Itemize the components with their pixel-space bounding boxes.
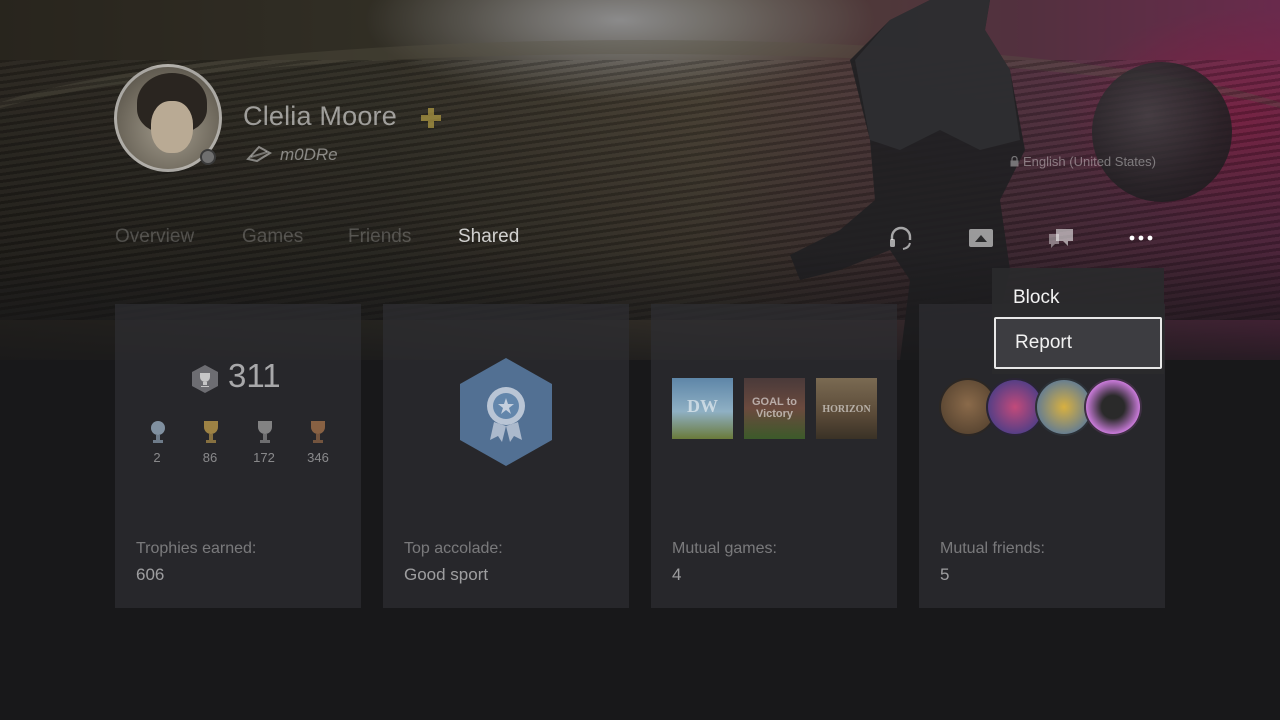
mutual-friends-value: 5 xyxy=(940,565,950,584)
online-id: m0DRe xyxy=(280,145,338,164)
silver-count: 172 xyxy=(253,450,275,465)
message-button[interactable] xyxy=(1045,222,1077,254)
tab-friends[interactable]: Friends xyxy=(348,226,411,248)
lock-icon xyxy=(1010,156,1019,167)
ps-plus-icon xyxy=(421,108,441,128)
good-sport-accolade-icon xyxy=(460,358,552,466)
friend-avatar xyxy=(1084,378,1142,436)
psn-id-icon xyxy=(246,145,272,163)
more-icon xyxy=(1129,235,1153,241)
game-thumbnail: GOAL to Victory xyxy=(744,378,805,439)
more-options-button[interactable] xyxy=(1125,222,1157,254)
voice-chat-button[interactable] xyxy=(885,222,917,254)
silver-trophy-icon xyxy=(258,421,272,443)
trophies-card[interactable]: 311 2 86 172 346 Trophies earned: 606 xyxy=(115,304,361,608)
tab-games[interactable]: Games xyxy=(242,226,303,248)
online-status-dot xyxy=(200,149,216,165)
share-screen-icon xyxy=(969,229,993,247)
gold-count: 86 xyxy=(202,450,218,465)
headset-icon xyxy=(890,226,912,250)
accolade-value: Good sport xyxy=(404,565,489,584)
profile-name: Clelia Moore xyxy=(243,101,397,131)
tab-shared[interactable]: Shared xyxy=(458,226,519,248)
trophy-level: 311 xyxy=(228,357,281,394)
chat-icon xyxy=(1049,229,1073,248)
platinum-count: 2 xyxy=(153,450,161,465)
trophies-label: Trophies earned: xyxy=(136,540,257,557)
mutual-games-card[interactable]: DW GOAL to Victory HORIZON Mutual games:… xyxy=(651,304,897,608)
trophies-value: 606 xyxy=(136,565,165,584)
game-thumbnail: HORIZON xyxy=(816,378,877,439)
bronze-trophy-icon xyxy=(311,421,325,443)
trophy-level-icon xyxy=(192,365,218,393)
options-menu: Block Report xyxy=(992,268,1164,374)
tab-overview[interactable]: Overview xyxy=(115,226,194,248)
mutual-games-value: 4 xyxy=(672,565,682,584)
mutual-games-label: Mutual games: xyxy=(672,540,777,557)
report-menu-item[interactable]: Report xyxy=(994,317,1162,369)
language-label: English (United States) xyxy=(1023,154,1156,169)
language-indicator: English (United States) xyxy=(1010,154,1156,169)
share-screen-button[interactable] xyxy=(965,222,997,254)
platinum-trophy-icon xyxy=(151,421,165,443)
accolade-card[interactable]: Top accolade: Good sport xyxy=(383,304,629,608)
game-thumbnail: DW xyxy=(672,378,733,439)
accolade-label: Top accolade: xyxy=(404,540,503,557)
mutual-friends-label: Mutual friends: xyxy=(940,540,1045,557)
bronze-count: 346 xyxy=(307,450,329,465)
gold-trophy-icon xyxy=(204,421,218,443)
